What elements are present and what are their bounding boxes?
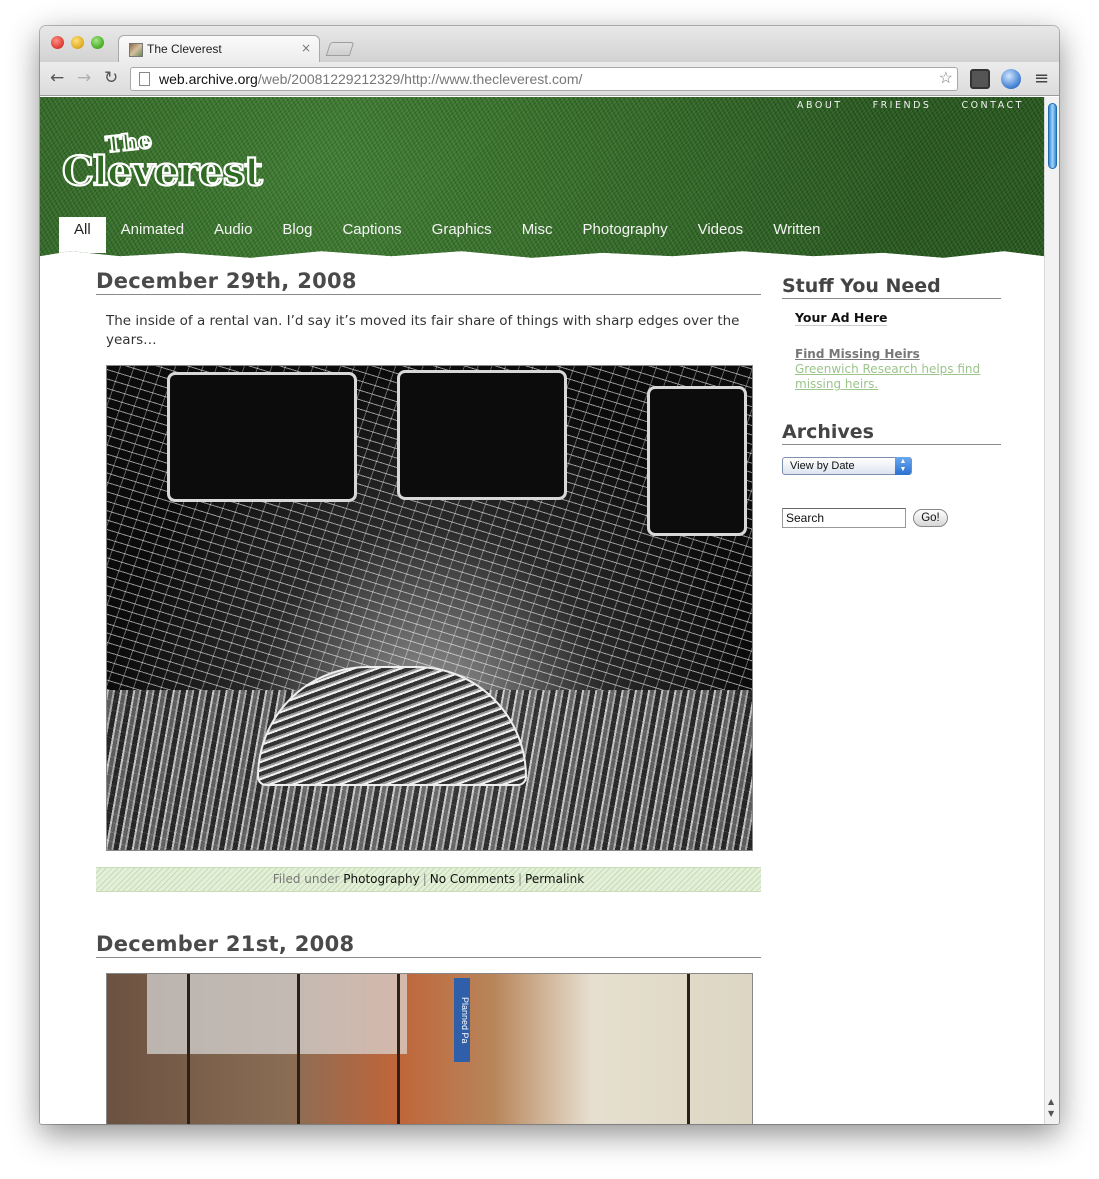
new-tab-button[interactable] bbox=[325, 42, 355, 56]
browser-tab[interactable]: The Cleverest × bbox=[118, 35, 320, 63]
logo-large-text: Cleverest bbox=[62, 148, 263, 195]
nav-friends-link[interactable]: FRIENDS bbox=[873, 100, 932, 111]
browser-toolbar: ← → ↻ web.archive.org/web/20081229212329… bbox=[40, 62, 1059, 96]
title-bar: The Cleverest × bbox=[40, 26, 1059, 63]
street-tree bbox=[397, 974, 400, 1124]
ad-title-link[interactable]: Find Missing Heirs bbox=[795, 347, 1001, 361]
globe-extension-icon[interactable] bbox=[1001, 69, 1021, 89]
archives-select[interactable]: View by Date ▲ ▼ bbox=[782, 457, 912, 475]
back-arrow-icon[interactable]: ← bbox=[50, 69, 64, 87]
page-viewport: ABOUT FRIENDS CONTACT The Cleverest All … bbox=[40, 97, 1044, 1124]
post-photo-street[interactable]: Planned Pa bbox=[106, 973, 753, 1124]
url-path: /web/20081229212329/http://www.theclever… bbox=[257, 71, 583, 87]
post-text: The inside of a rental van. I’d say it’s… bbox=[106, 313, 740, 348]
post: December 21st, 2008 Planned Pa bbox=[96, 932, 761, 1124]
post-category-link[interactable]: Photography bbox=[343, 872, 419, 886]
wrench-menu-icon[interactable]: ≡ bbox=[1034, 68, 1049, 89]
scroll-down-icon[interactable]: ▼ bbox=[1048, 1109, 1054, 1118]
tab-title: The Cleverest bbox=[147, 42, 222, 56]
ad-description-link[interactable]: Greenwich Research helps find missing he… bbox=[795, 362, 995, 392]
minimize-window-button[interactable] bbox=[71, 36, 84, 49]
close-window-button[interactable] bbox=[51, 36, 64, 49]
archives-section: Archives View by Date ▲ ▼ bbox=[782, 421, 1001, 475]
select-arrows-icon: ▲ ▼ bbox=[895, 457, 911, 475]
tab-close-icon[interactable]: × bbox=[301, 41, 311, 55]
bookmark-star-icon[interactable]: ☆ bbox=[939, 68, 953, 90]
category-tab-blog[interactable]: Blog bbox=[267, 217, 327, 253]
category-nav: All Animated Audio Blog Captions Graphic… bbox=[59, 217, 835, 253]
url-text: web.archive.org/web/20081229212329/http:… bbox=[159, 68, 582, 90]
scrollbar-thumb[interactable] bbox=[1048, 103, 1057, 169]
post-permalink-link[interactable]: Permalink bbox=[525, 872, 584, 886]
page-scrollbar[interactable]: ▲ ▼ bbox=[1044, 97, 1059, 1124]
zoom-window-button[interactable] bbox=[91, 36, 104, 49]
url-domain: web.archive.org bbox=[159, 71, 258, 87]
extension-icon[interactable] bbox=[970, 69, 990, 89]
forward-arrow-icon[interactable]: → bbox=[77, 69, 91, 87]
browser-window: The Cleverest × ← → ↻ web.archive.org/we… bbox=[40, 26, 1059, 1124]
your-ad-here-link[interactable]: Your Ad Here bbox=[795, 310, 888, 326]
filed-under-label: Filed under bbox=[272, 872, 340, 886]
category-tab-misc[interactable]: Misc bbox=[507, 217, 568, 253]
stuff-you-need-title: Stuff You Need bbox=[782, 275, 1001, 299]
van-wheel-well bbox=[257, 666, 527, 786]
category-tab-photography[interactable]: Photography bbox=[568, 217, 683, 253]
top-nav: ABOUT FRIENDS CONTACT bbox=[797, 100, 1024, 111]
category-tab-videos[interactable]: Videos bbox=[683, 217, 759, 253]
street-sky bbox=[147, 974, 407, 1054]
street-tree bbox=[297, 974, 300, 1124]
page-icon bbox=[139, 72, 150, 86]
search-input[interactable]: Search bbox=[782, 508, 906, 528]
street-tree bbox=[687, 974, 690, 1124]
street-tree bbox=[187, 974, 190, 1124]
site-logo[interactable]: The Cleverest bbox=[60, 127, 290, 197]
sidebar: Stuff You Need Your Ad Here Find Missing… bbox=[782, 275, 1001, 528]
category-tab-animated[interactable]: Animated bbox=[106, 217, 199, 253]
nav-about-link[interactable]: ABOUT bbox=[797, 100, 843, 111]
address-bar[interactable]: web.archive.org/web/20081229212329/http:… bbox=[130, 67, 958, 91]
category-tab-graphics[interactable]: Graphics bbox=[417, 217, 507, 253]
site-favicon-icon bbox=[129, 43, 143, 57]
category-tab-captions[interactable]: Captions bbox=[327, 217, 416, 253]
post-meta-bar: Filed under Photography | No Comments | Perm… bbox=[96, 867, 761, 892]
meta-separator: | bbox=[422, 872, 427, 886]
street-sign: Planned Pa bbox=[454, 978, 470, 1062]
post-date[interactable]: December 21st, 2008 bbox=[96, 932, 761, 958]
main-content: December 29th, 2008 The inside of a rent… bbox=[96, 269, 761, 1124]
category-tab-written[interactable]: Written bbox=[758, 217, 835, 253]
van-door-window bbox=[647, 386, 747, 536]
search-form: Search Go! bbox=[782, 508, 1001, 528]
post-comments-link[interactable]: No Comments bbox=[430, 872, 515, 886]
post: December 29th, 2008 The inside of a rent… bbox=[96, 269, 761, 892]
category-tab-audio[interactable]: Audio bbox=[199, 217, 267, 253]
meta-separator: | bbox=[517, 872, 523, 886]
van-window-right bbox=[397, 370, 567, 500]
van-window-left bbox=[167, 372, 357, 502]
scroll-up-icon[interactable]: ▲ bbox=[1048, 1097, 1054, 1106]
reload-icon[interactable]: ↻ bbox=[104, 69, 118, 87]
post-photo-van-interior[interactable] bbox=[106, 365, 753, 851]
archives-select-value: View by Date bbox=[790, 460, 855, 472]
category-tab-all[interactable]: All bbox=[59, 217, 106, 253]
archives-title: Archives bbox=[782, 421, 1001, 445]
go-button[interactable]: Go! bbox=[913, 509, 948, 527]
post-date[interactable]: December 29th, 2008 bbox=[96, 269, 761, 295]
nav-contact-link[interactable]: CONTACT bbox=[961, 100, 1024, 111]
site-header: ABOUT FRIENDS CONTACT The Cleverest All … bbox=[40, 97, 1044, 258]
